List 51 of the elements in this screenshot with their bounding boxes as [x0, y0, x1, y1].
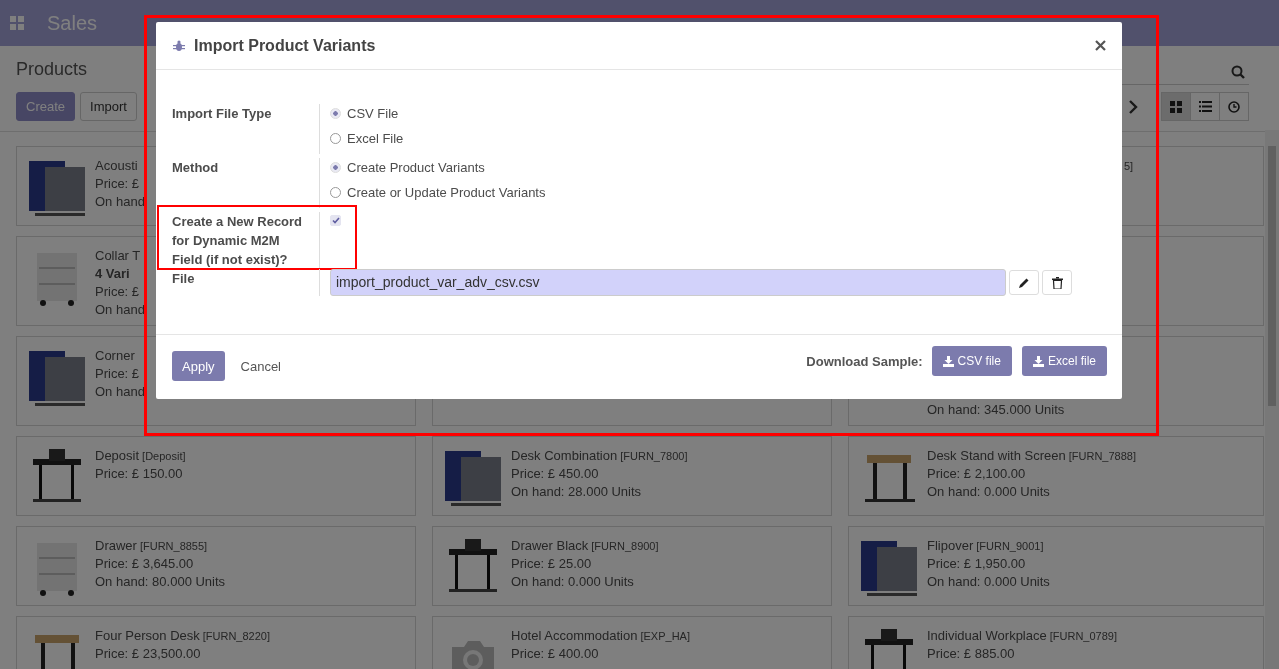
product-price: Price: £ 2,100.00 — [927, 466, 1026, 481]
product-code: [Deposit] — [142, 450, 186, 462]
product-price: Price: £ 150.00 — [95, 466, 183, 481]
product-price: Price: £ 885.00 — [927, 646, 1015, 661]
product-price: Price: £ 25.00 — [511, 556, 592, 571]
product-name: Desk Combination — [511, 448, 618, 463]
product-code: [EXP_HA] — [640, 630, 690, 642]
product-name: Acousti — [95, 158, 138, 173]
product-price: Price: £ 450.00 — [511, 466, 599, 481]
product-price: Price: £ 23,500.00 — [95, 646, 201, 661]
product-name: Desk Stand with Screen — [927, 448, 1066, 463]
product-code: [FURN_7888] — [1068, 450, 1136, 462]
product-name: Four Person Desk — [95, 628, 200, 643]
product-name: Hotel Accommodation — [511, 628, 638, 643]
product-code: [FURN_9001] — [976, 540, 1044, 552]
on-hand-quantity: On hand: 0.000 Units — [927, 574, 1050, 589]
product-name: Drawer — [95, 538, 137, 553]
product-name: Collar T — [95, 248, 141, 263]
product-code: [FURN_8855] — [139, 540, 208, 552]
dialog-title: Import Product Variants — [194, 36, 377, 55]
on-hand-quantity: On hand: 80.000 Units — [95, 574, 226, 589]
on-hand-quantity: On hand — [95, 302, 145, 317]
product-code: [FURN_8900] — [591, 540, 659, 552]
product-name: Flipover — [927, 538, 974, 553]
download-sample-label: Download Sample: — [806, 353, 923, 369]
product-code: [FURN_0789] — [1049, 630, 1117, 642]
on-hand-quantity: On hand: 0.000 Units — [927, 484, 1050, 499]
on-hand-quantity: On hand: 28.000 Units — [511, 484, 642, 499]
product-price: Price: £ — [95, 366, 140, 381]
product-code: [FURN_7800] — [620, 450, 688, 462]
on-hand-quantity: On hand — [95, 384, 145, 399]
product-code: [FURN_8220] — [202, 630, 271, 642]
product-name: Individual Workplace — [927, 628, 1047, 643]
field-label: File — [172, 271, 195, 286]
product-price: Price: £ 1,950.00 — [927, 556, 1026, 571]
product-code: 5] — [1124, 160, 1134, 172]
variants-count: 4 Vari — [95, 266, 130, 281]
field-label: Import File Type — [172, 106, 272, 121]
field-label: Method — [172, 160, 219, 175]
product-name: Drawer Black — [511, 538, 589, 553]
product-price: Price: £ — [95, 176, 140, 191]
product-name: Deposit — [95, 448, 140, 463]
field-label: Create a New Record for Dynamic M2M Field (if not exist)? — [172, 214, 303, 267]
product-price: Price: £ 3,645.00 — [95, 556, 194, 571]
product-price: Price: £ 400.00 — [511, 646, 599, 661]
on-hand-quantity: On hand — [95, 194, 145, 209]
on-hand-quantity: On hand: 0.000 Units — [511, 574, 634, 589]
product-price: Price: £ — [95, 284, 140, 299]
on-hand-quantity: On hand: 345.000 Units — [927, 402, 1065, 417]
product-name: Corner — [95, 348, 135, 363]
page-title: Products — [16, 59, 89, 80]
